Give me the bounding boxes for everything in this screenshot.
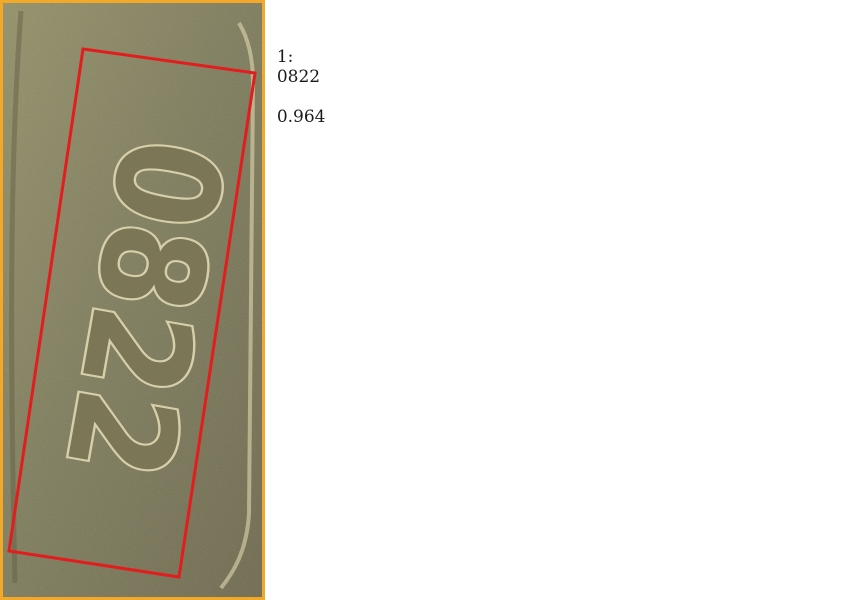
engraved-stone-image: 0822: [3, 3, 262, 597]
result-index: 1:: [276, 47, 294, 67]
confidence-score: 0.964: [276, 107, 326, 127]
recognized-text: 0822: [276, 67, 321, 87]
stone-image-panel: 0822: [0, 0, 265, 600]
ocr-result-line: 1: 0822 0.964: [266, 27, 326, 127]
